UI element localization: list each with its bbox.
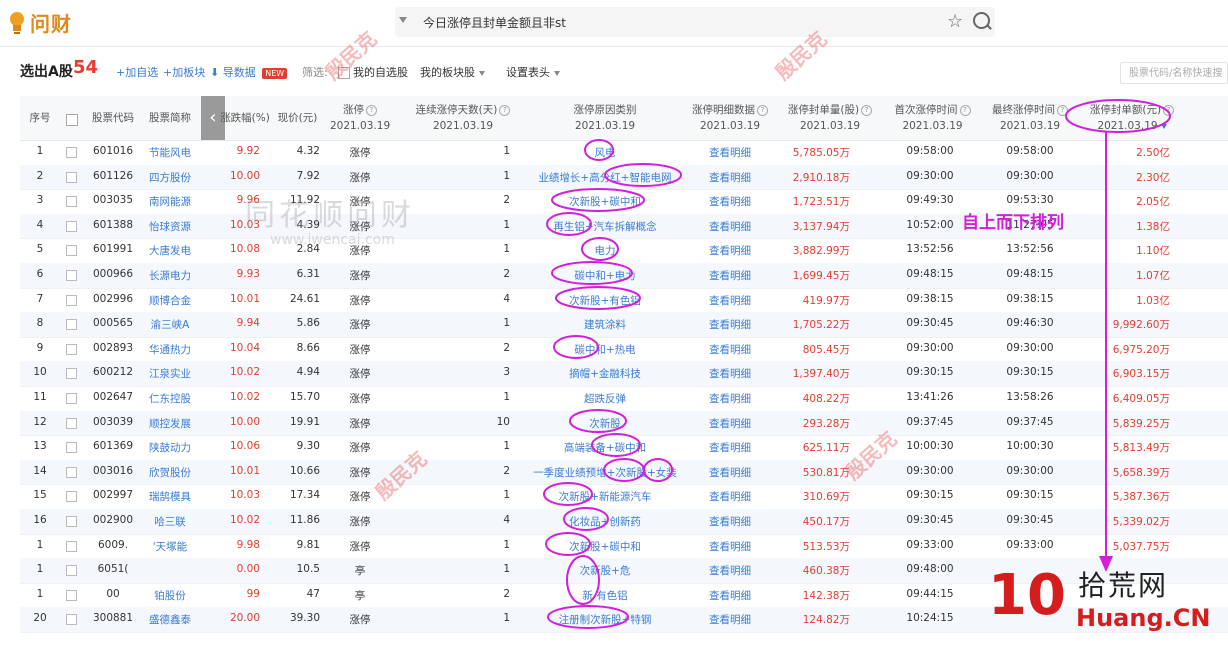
annotation-circle [553,335,599,359]
annotation-circle [555,286,641,310]
annotation-circle [551,261,633,285]
annotation-text: 自上而下排列 [962,213,1064,233]
brand-logo: 10 拾荒网 Huang.CN [988,560,1228,648]
annotation-circle [1065,99,1171,133]
annotation-overlay [543,99,1171,629]
brand-en: Huang.CN [1076,604,1211,632]
annotation-circle [643,458,673,482]
brand-cn: 拾荒网 [1078,569,1169,602]
annotation-circle [581,237,619,261]
annotation-circle [569,409,627,433]
annotation-circle [563,507,609,531]
annotation-circle [591,433,641,457]
annotation-circle [566,555,600,605]
annotation-circle [604,163,682,187]
brand-number: 10 [988,563,1066,628]
annotation-circle [547,605,629,629]
annotation-circle [545,532,591,556]
annotation-circle [584,139,614,161]
annotation-circle [543,482,593,506]
annotation-circle [603,458,645,482]
annotation-circle [546,212,592,236]
annotation-circle [551,188,645,212]
